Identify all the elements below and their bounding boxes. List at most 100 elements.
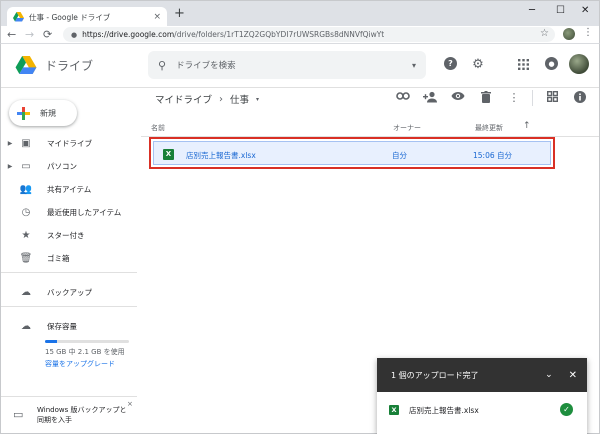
drive-app: ドライブ ⚲ ドライブを検索 ▾ ? ⚙ ● 新規 ▶ ▣ マイドライブ ▶ ▭… xyxy=(0,44,600,434)
browser-menu-icon[interactable]: ⋮ xyxy=(583,27,593,38)
breadcrumb-root[interactable]: マイドライブ xyxy=(155,92,212,106)
sidebar-item-label: マイドライブ xyxy=(47,138,92,148)
help-icon[interactable]: ? xyxy=(444,57,457,70)
excel-file-icon: X xyxy=(389,405,399,415)
window-close-icon[interactable]: ✕ xyxy=(581,5,589,16)
expand-caret-icon[interactable]: ▶ xyxy=(5,163,15,170)
promo-close-icon[interactable]: × xyxy=(127,400,133,408)
preview-eye-icon[interactable] xyxy=(450,91,466,105)
lock-icon: ● xyxy=(71,30,78,39)
upload-panel: 1 個のアップロード完了 ⌄ ✕ X 店別売上報告書.xlsx ✓ xyxy=(377,358,587,434)
apps-grid-icon[interactable] xyxy=(516,57,530,71)
upload-complete-check-icon: ✓ xyxy=(560,403,573,416)
sidebar-divider xyxy=(1,272,137,273)
chevron-down-icon[interactable]: ▾ xyxy=(256,96,259,103)
back-icon[interactable]: ← xyxy=(7,28,16,41)
logo-text: ドライブ xyxy=(45,59,94,73)
breadcrumb-current[interactable]: 仕事 xyxy=(230,92,249,106)
file-modified: 15:06 自分 xyxy=(473,151,512,160)
sidebar-item-trash[interactable]: 🗑 ゴミ箱 xyxy=(1,249,141,267)
collapse-chevron-icon[interactable]: ⌄ xyxy=(545,370,553,380)
storage-usage-fill xyxy=(45,340,57,343)
file-owner: 自分 xyxy=(392,151,407,160)
breadcrumb-separator-icon: › xyxy=(219,93,224,105)
expand-caret-icon[interactable]: ▶ xyxy=(5,140,15,147)
upload-panel-header: 1 個のアップロード完了 ⌄ ✕ xyxy=(377,358,587,392)
sidebar-item-label: 最近使用したアイテム xyxy=(47,207,122,217)
plus-icon xyxy=(17,106,30,120)
drive-logo[interactable]: ドライブ xyxy=(15,56,93,75)
new-button[interactable]: 新規 xyxy=(9,100,77,126)
column-header-modified[interactable]: 最終更新 xyxy=(475,123,503,133)
add-person-icon[interactable] xyxy=(422,91,438,105)
search-icon[interactable]: ⚲ xyxy=(158,59,166,72)
search-input[interactable]: ドライブを検索 xyxy=(176,59,402,71)
info-icon[interactable] xyxy=(572,91,588,105)
cloud-icon: ☁ xyxy=(21,286,31,298)
notifications-icon[interactable]: ● xyxy=(545,57,558,70)
windows-backup-text[interactable]: Windows 版バックアップと同期を入手 xyxy=(37,405,127,425)
monitor-icon: ▭ xyxy=(13,408,24,421)
sidebar-item-backup[interactable]: ☁ バックアップ xyxy=(1,283,141,301)
sidebar-item-label: スター付き xyxy=(47,230,85,240)
column-header-name[interactable]: 名前 xyxy=(151,123,165,133)
more-options-icon[interactable]: ⋮ xyxy=(506,91,522,105)
delete-icon[interactable] xyxy=(478,91,494,105)
storage-usage-bar xyxy=(45,340,129,343)
url-text: https://drive.google.com/drive/folders/1… xyxy=(82,30,385,39)
column-header-owner[interactable]: オーナー xyxy=(393,123,421,133)
grid-view-icon[interactable] xyxy=(544,90,560,105)
table-row[interactable]: X 店別売上報告書.xlsx 自分 15:06 自分 xyxy=(153,141,551,165)
sidebar-item-label: パソコン xyxy=(47,161,77,171)
file-list-header: 名前 オーナー 最終更新 ↑ xyxy=(141,117,599,137)
star-icon: ★ xyxy=(21,229,31,241)
upload-panel-title: 1 個のアップロード完了 xyxy=(391,370,479,380)
computer-icon: ▭ xyxy=(21,160,31,172)
browser-tab-strip: 仕事 - Google ドライブ × + ─ ☐ ✕ xyxy=(0,0,600,27)
drive-logo-icon xyxy=(15,56,37,75)
file-name[interactable]: 店別売上報告書.xlsx xyxy=(186,150,256,161)
tab-title: 仕事 - Google ドライブ xyxy=(29,12,111,22)
search-options-icon[interactable]: ▾ xyxy=(412,61,416,70)
sidebar-item-label: 共有アイテム xyxy=(47,184,92,194)
trash-icon: 🗑 xyxy=(19,252,33,264)
address-bar[interactable]: ● https://drive.google.com/drive/folders… xyxy=(63,27,555,42)
maximize-icon[interactable]: ☐ xyxy=(556,5,565,16)
sidebar-item-shared[interactable]: 👥 共有アイテム xyxy=(1,180,141,198)
header-divider xyxy=(1,87,599,88)
sidebar-divider xyxy=(1,306,137,307)
browser-toolbar: ← → ⟳ ● https://drive.google.com/drive/f… xyxy=(0,26,600,44)
forward-icon[interactable]: → xyxy=(25,28,34,41)
clock-icon: ◷ xyxy=(21,206,31,218)
drive-icon: ▣ xyxy=(21,137,31,149)
cloud-outline-icon: ☁ xyxy=(21,320,31,332)
browser-tab[interactable]: 仕事 - Google ドライブ × xyxy=(7,7,167,27)
new-tab-button[interactable]: + xyxy=(174,7,185,21)
settings-icon[interactable]: ⚙ xyxy=(471,57,485,72)
tab-close-icon[interactable]: × xyxy=(153,12,161,22)
sort-arrow-icon[interactable]: ↑ xyxy=(523,121,531,131)
sidebar-item-computers[interactable]: ▶ ▭ パソコン xyxy=(1,157,141,175)
sidebar-item-storage[interactable]: ☁ 保存容量 xyxy=(1,317,141,335)
minimize-icon[interactable]: ─ xyxy=(529,5,535,16)
sidebar-item-label: バックアップ xyxy=(47,287,92,297)
browser-profile-avatar[interactable] xyxy=(563,28,575,40)
link-icon[interactable] xyxy=(395,91,411,105)
excel-file-icon: X xyxy=(163,149,174,160)
drive-favicon-icon xyxy=(13,12,24,22)
upload-item[interactable]: X 店別売上報告書.xlsx ✓ xyxy=(377,392,587,430)
sidebar-item-recent[interactable]: ◷ 最近使用したアイテム xyxy=(1,203,141,221)
sidebar-item-starred[interactable]: ★ スター付き xyxy=(1,226,141,244)
search-bar[interactable]: ⚲ ドライブを検索 ▾ xyxy=(148,51,426,79)
windows-backup-promo[interactable]: ▭ Windows 版バックアップと同期を入手 × xyxy=(1,396,137,434)
account-avatar[interactable] xyxy=(569,54,589,74)
close-icon[interactable]: ✕ xyxy=(569,370,577,381)
upload-file-name[interactable]: 店別売上報告書.xlsx xyxy=(409,405,479,416)
upgrade-storage-link[interactable]: 容量をアップグレード xyxy=(45,359,115,369)
sidebar-item-label: 保存容量 xyxy=(47,321,77,331)
reload-icon[interactable]: ⟳ xyxy=(43,28,52,41)
people-icon: 👥 xyxy=(19,183,33,195)
sidebar-item-my-drive[interactable]: ▶ ▣ マイドライブ xyxy=(1,134,141,152)
breadcrumb: マイドライブ › 仕事 ▾ xyxy=(155,92,259,107)
bookmark-star-icon[interactable]: ☆ xyxy=(540,28,549,39)
